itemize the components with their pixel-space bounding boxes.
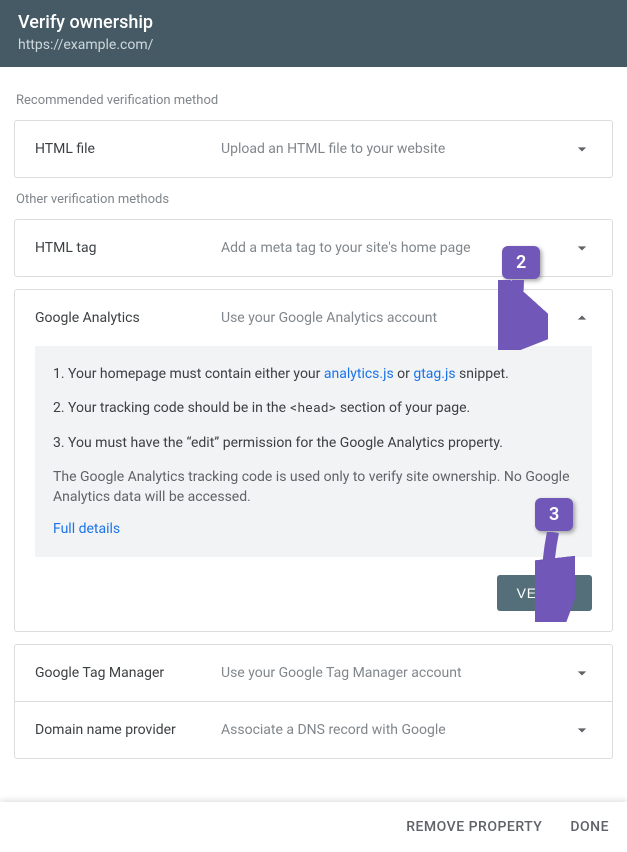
ga-step-3: 3. You must have the “edit” permission f… xyxy=(53,433,574,453)
panel-title: Google Analytics xyxy=(35,310,221,326)
panel-google-analytics[interactable]: Google Analytics Use your Google Analyti… xyxy=(15,290,612,346)
footer-bar: REMOVE PROPERTY DONE xyxy=(0,802,627,852)
card-google-analytics: Google Analytics Use your Google Analyti… xyxy=(14,289,613,632)
panel-title: HTML tag xyxy=(35,240,221,256)
recommended-label: Recommended verification method xyxy=(16,93,613,108)
header-bar: Verify ownership https://example.com/ xyxy=(0,0,627,67)
other-label: Other verification methods xyxy=(16,192,613,207)
ga-body: 1. Your homepage must contain either you… xyxy=(35,346,592,557)
card-html-tag: HTML tag Add a meta tag to your site's h… xyxy=(14,219,613,277)
page-url: https://example.com/ xyxy=(18,37,609,53)
panel-title: Google Tag Manager xyxy=(35,665,221,681)
text: 1. Your homepage must contain either you… xyxy=(53,366,324,382)
text: section of your page. xyxy=(336,400,470,416)
text: or xyxy=(394,366,414,382)
text: snippet. xyxy=(456,366,509,382)
head-code: <head> xyxy=(290,398,337,416)
ga-note: The Google Analytics tracking code is us… xyxy=(53,467,574,508)
chevron-down-icon xyxy=(572,238,592,258)
page-title: Verify ownership xyxy=(18,12,609,33)
panel-title: Domain name provider xyxy=(35,722,221,738)
content-area: Recommended verification method HTML fil… xyxy=(0,67,627,759)
panel-desc: Associate a DNS record with Google xyxy=(221,722,572,738)
panel-desc: Use your Google Tag Manager account xyxy=(221,665,572,681)
panel-html-file[interactable]: HTML file Upload an HTML file to your we… xyxy=(15,121,612,177)
analytics-js-link[interactable]: analytics.js xyxy=(324,366,394,382)
panel-desc: Upload an HTML file to your website xyxy=(221,141,572,157)
card-html-file: HTML file Upload an HTML file to your we… xyxy=(14,120,613,178)
panel-title: HTML file xyxy=(35,141,221,157)
remove-property-button[interactable]: REMOVE PROPERTY xyxy=(406,819,542,835)
done-button[interactable]: DONE xyxy=(570,819,609,835)
full-details-link[interactable]: Full details xyxy=(53,521,120,537)
gtag-js-link[interactable]: gtag.js xyxy=(413,366,455,382)
text: 2. Your tracking code should be in the xyxy=(53,400,290,416)
panel-gtm[interactable]: Google Tag Manager Use your Google Tag M… xyxy=(15,645,612,701)
panel-desc: Use your Google Analytics account xyxy=(221,310,572,326)
chevron-up-icon xyxy=(572,308,592,328)
ga-step-2: 2. Your tracking code should be in the <… xyxy=(53,398,574,418)
chevron-down-icon xyxy=(572,663,592,683)
panel-html-tag[interactable]: HTML tag Add a meta tag to your site's h… xyxy=(15,220,612,276)
verify-button[interactable]: VERIFY xyxy=(497,575,592,611)
panel-desc: Add a meta tag to your site's home page xyxy=(221,240,572,256)
chevron-down-icon xyxy=(572,720,592,740)
ga-actions: VERIFY xyxy=(15,575,612,631)
ga-step-1: 1. Your homepage must contain either you… xyxy=(53,364,574,384)
card-other-methods: Google Tag Manager Use your Google Tag M… xyxy=(14,644,613,759)
chevron-down-icon xyxy=(572,139,592,159)
panel-dns[interactable]: Domain name provider Associate a DNS rec… xyxy=(15,701,612,758)
